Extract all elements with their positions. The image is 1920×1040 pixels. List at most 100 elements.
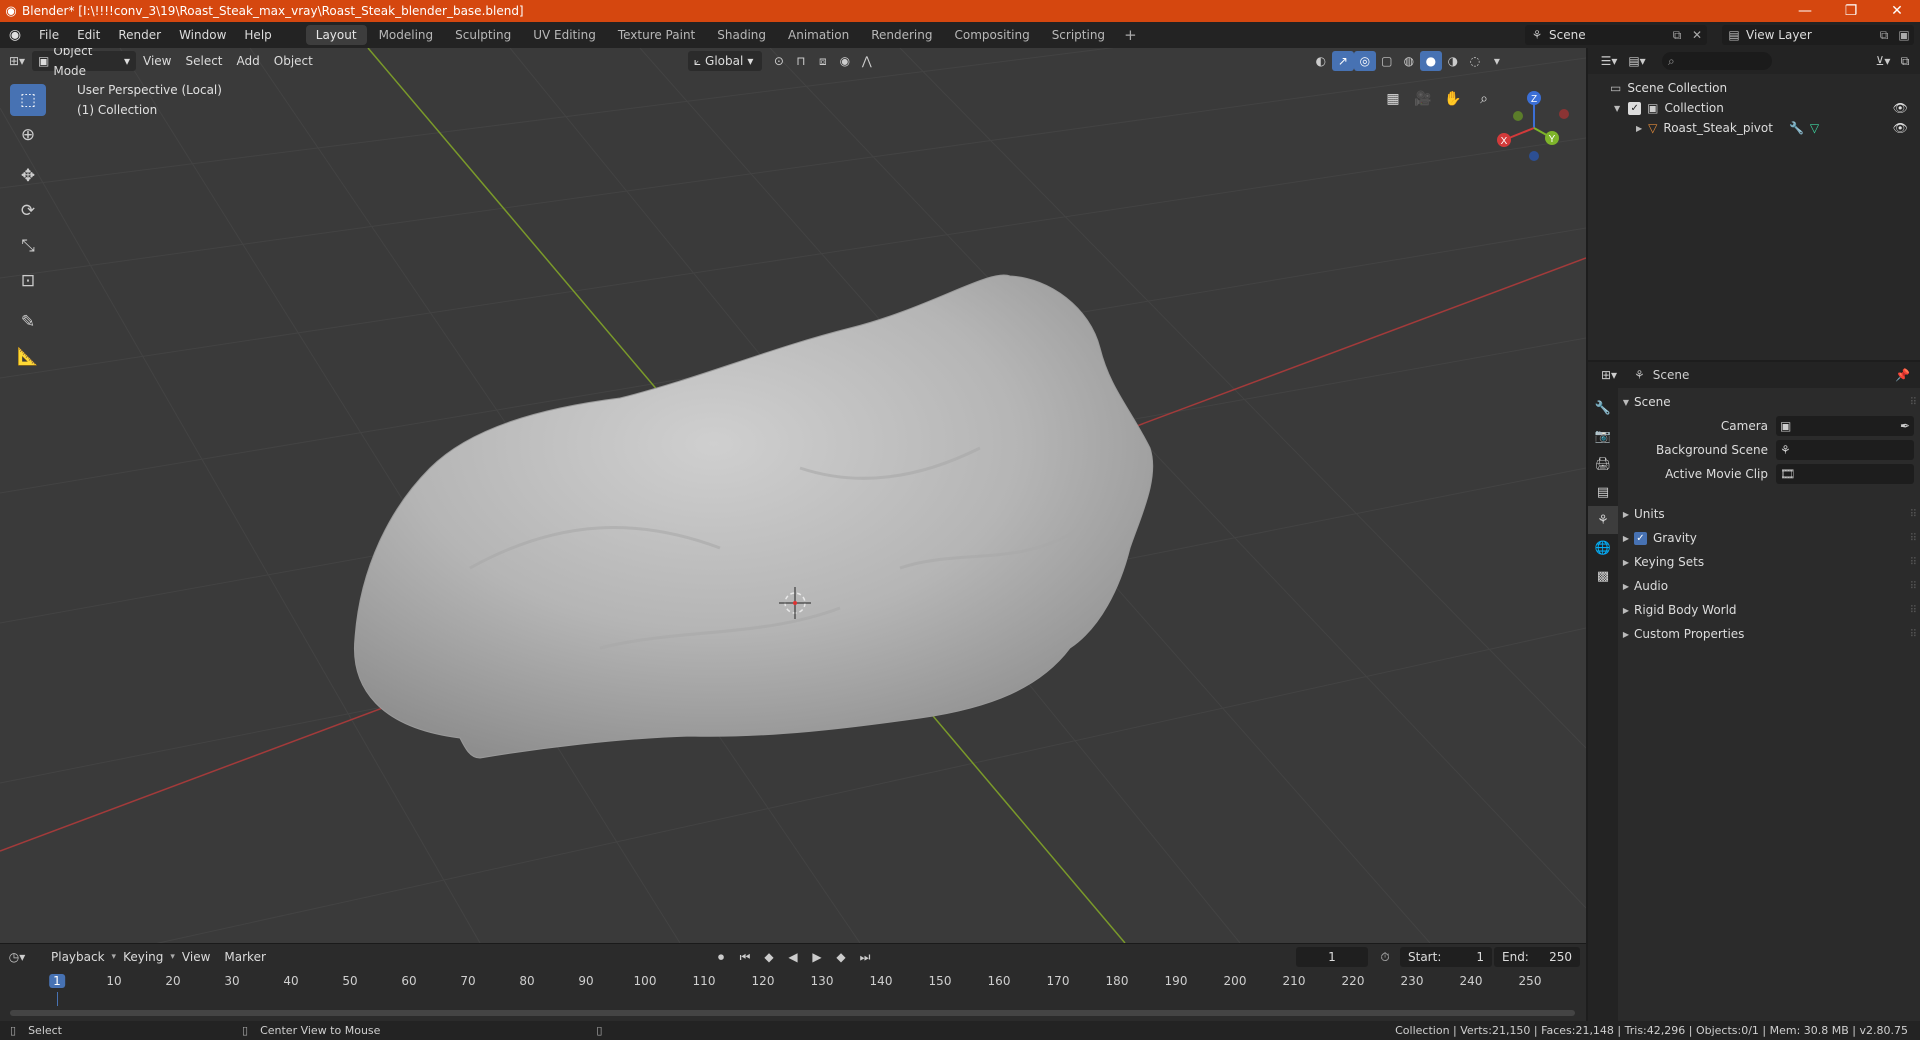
tab-texture-paint[interactable]: Texture Paint [608,25,705,45]
maximize-button[interactable]: ❐ [1828,0,1874,22]
shading-options-icon[interactable]: ▾ [1486,51,1508,71]
menu-edit[interactable]: Edit [68,22,109,48]
tab-layout[interactable]: Layout [305,25,367,45]
annotate-icon[interactable]: ✎ [10,306,46,338]
prev-keyframe-icon[interactable]: ◆ [758,947,780,967]
panel-scene-header[interactable]: ▼ Scene ⠿ [1618,390,1920,414]
new-scene-icon[interactable]: ⧉ [1667,28,1687,43]
timeline-editor-type-icon[interactable]: ◷▾ [6,947,28,967]
tab-animation[interactable]: Animation [778,25,859,45]
orientation-selector[interactable]: ⟀ Global ▾ [687,51,762,71]
jump-start-icon[interactable]: ⏮ [734,947,756,967]
close-button[interactable]: ✕ [1874,0,1920,22]
active-movie-clip-field[interactable]: 🎞 [1776,464,1914,484]
menu-window[interactable]: Window [170,22,235,48]
record-icon[interactable]: ⏺ [710,947,732,967]
gizmo-neg-x-axis[interactable] [1559,109,1569,119]
properties-editor-type-icon[interactable]: ⊞▾ [1598,365,1620,385]
tab-scripting[interactable]: Scripting [1042,25,1115,45]
expand-arrow-icon[interactable]: ▶ [1636,124,1642,133]
scale-icon[interactable]: ⤡ [10,230,46,262]
outliner-row-object[interactable]: ▶ ▽ Roast_Steak_pivot 🔧 ▽ 👁 [1588,118,1920,138]
panel-gravity[interactable]: ▶ ✓ Gravity ⠿ [1618,526,1920,550]
background-scene-field[interactable]: ⚘ [1776,440,1914,460]
play-reverse-icon[interactable]: ◀ [782,947,804,967]
eye-icon[interactable]: 👁 [1893,121,1908,135]
end-frame-field[interactable]: End: 250 [1494,947,1580,967]
drag-grip-icon[interactable]: ⠿ [1910,509,1917,520]
select-box-icon[interactable]: ⬚ [10,84,46,116]
start-frame-field[interactable]: Start: 1 [1400,947,1492,967]
overlay-toggle-icon[interactable]: ◎ [1353,51,1376,71]
eye-icon[interactable]: 👁 [1893,101,1908,115]
outliner-search-input[interactable]: ⌕ [1662,52,1772,70]
pan-view-icon[interactable]: ✋ [1440,86,1466,112]
menu-marker[interactable]: Marker [217,950,272,964]
navigation-gizmo[interactable]: Z X Y [1490,88,1576,168]
menu-select[interactable]: Select [178,54,229,68]
menu-keying[interactable]: Keying [116,950,170,964]
move-icon[interactable]: ✥ [10,160,46,192]
tab-rendering[interactable]: Rendering [861,25,942,45]
falloff-icon[interactable]: ⋀ [856,51,878,71]
rotate-icon[interactable]: ⟳ [10,195,46,227]
jump-end-icon[interactable]: ⏭ [854,947,876,967]
outliner-editor-type-icon[interactable]: ☰▾ [1598,51,1620,71]
tab-shading[interactable]: Shading [707,25,776,45]
new-view-layer-icon[interactable]: ⧉ [1874,28,1894,43]
menu-object[interactable]: Object [267,54,320,68]
tab-sculpting[interactable]: Sculpting [445,25,521,45]
drag-grip-icon[interactable]: ⠿ [1910,533,1917,544]
add-workspace-icon[interactable]: + [1116,26,1145,44]
tab-compositing[interactable]: Compositing [944,25,1039,45]
measure-icon[interactable]: 📐 [10,341,46,373]
expand-arrow-icon[interactable]: ▼ [1614,104,1620,113]
solid-shading-icon[interactable]: ● [1419,51,1442,71]
drag-grip-icon[interactable]: ⠿ [1910,581,1917,592]
menu-file[interactable]: File [30,22,68,48]
new-collection-icon[interactable]: ⧉ [1894,51,1916,71]
material-shading-icon[interactable]: ◑ [1442,51,1464,71]
outliner-row-scene-collection[interactable]: ▭ Scene Collection [1588,78,1920,98]
cursor-icon[interactable]: ⊕ [10,119,46,151]
menu-render[interactable]: Render [109,22,170,48]
pin-icon[interactable]: 📌 [1895,368,1910,382]
drag-grip-icon[interactable]: ⠿ [1910,557,1917,568]
menu-playback[interactable]: Playback [44,950,112,964]
panel-keying-sets[interactable]: ▶ Keying Sets ⠿ [1618,550,1920,574]
minimize-button[interactable]: — [1782,0,1828,22]
3d-viewport[interactable]: ⊞▾ ▣ Object Mode ▾ View Select Add Objec… [0,48,1586,943]
modifier-wrench-icon[interactable]: 🔧 [1789,121,1804,135]
menu-view[interactable]: View [136,54,178,68]
panel-units[interactable]: ▶ Units ⠿ [1618,502,1920,526]
eyedropper-icon[interactable]: ✒ [1900,419,1910,433]
pivot-icon[interactable]: ⊙ [768,51,790,71]
scene-selector[interactable]: ⚘ Scene ⧉ ✕ [1525,25,1707,45]
camera-field[interactable]: ▣ ✒ [1776,416,1914,436]
panel-audio[interactable]: ▶ Audio ⠿ [1618,574,1920,598]
view-layer-selector[interactable]: ▤ View Layer ⧉ ▣ [1722,25,1914,45]
frame-ruler[interactable]: 1 10 20 30 40 50 60 70 80 90 100 110 120 130 140 150 160… [0,972,1586,992]
exclude-checkbox[interactable]: ✓ [1628,101,1642,115]
grid-view-icon[interactable]: ▦ [1380,86,1406,112]
gizmo-neg-y-axis[interactable] [1513,111,1523,121]
current-frame-field[interactable]: 1 [1296,947,1368,967]
rendered-shading-icon[interactable]: ◌ [1464,51,1486,71]
drag-grip-icon[interactable]: ⠿ [1910,605,1917,616]
tool-tab-icon[interactable]: 🔧 [1588,394,1618,422]
mode-selector[interactable]: ▣ Object Mode ▾ [32,48,136,78]
play-icon[interactable]: ▶ [806,947,828,967]
world-tab-icon[interactable]: 🌐 [1588,534,1618,562]
snap-target-icon[interactable]: ⧈ [812,51,834,71]
editor-type-icon[interactable]: ⊞▾ [6,51,28,71]
mesh-data-icon[interactable]: ▽ [1810,121,1819,135]
gizmo-neg-z-axis[interactable] [1529,151,1539,161]
scene-tab-icon[interactable]: ⚘ [1588,506,1618,534]
xray-icon[interactable]: ▢ [1376,51,1398,71]
proportional-edit-icon[interactable]: ◉ [834,51,856,71]
view-layer-tab-icon[interactable]: ▤ [1588,478,1618,506]
output-tab-icon[interactable]: 🖨 [1588,450,1618,478]
outliner-row-collection[interactable]: ▼ ✓ ▣ Collection 👁 [1588,98,1920,118]
filter-icon[interactable]: ⊻▾ [1872,51,1894,71]
menu-view-timeline[interactable]: View [175,950,217,964]
